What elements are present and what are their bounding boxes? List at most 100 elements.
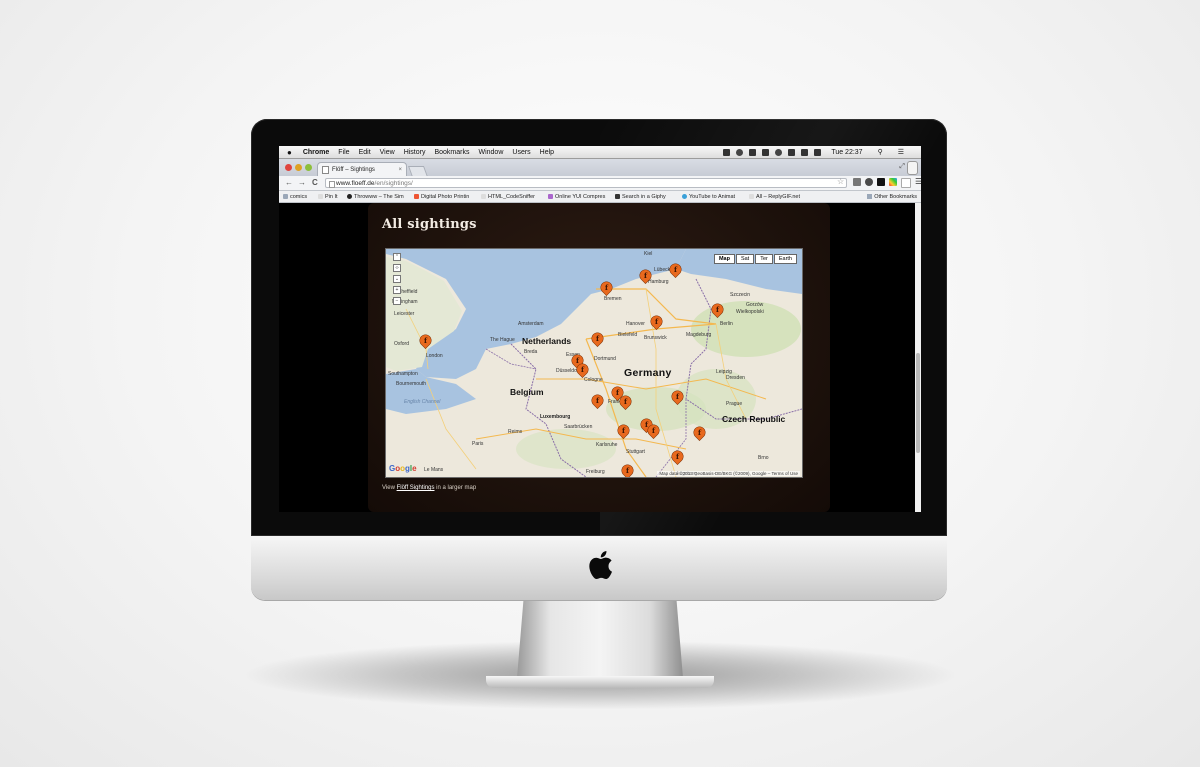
menu-view[interactable]: View (380, 149, 395, 156)
menu-file[interactable]: File (338, 149, 349, 156)
extension-icon[interactable] (877, 178, 885, 186)
folder-icon (867, 194, 873, 199)
fullscreen-icon[interactable]: ⤢ (899, 163, 905, 171)
map-city-label: London (426, 353, 443, 359)
sighting-marker[interactable]: f (645, 422, 662, 440)
display-icon[interactable] (762, 148, 770, 156)
color-picker-icon[interactable] (889, 178, 897, 186)
sighting-marker[interactable]: f (667, 261, 684, 279)
sighting-marker[interactable]: f (417, 332, 434, 350)
page-favicon-icon (322, 165, 329, 174)
bookmark-item[interactable]: Digital Photo Printin (414, 194, 476, 200)
eject-icon[interactable] (801, 148, 809, 156)
bookmark-item[interactable]: HTML_CodeSniffer (481, 194, 543, 200)
address-bar[interactable]: www.floeff.de/en/sightings/ (325, 178, 847, 188)
throwww-icon (347, 194, 352, 199)
menu-app-name[interactable]: Chrome (303, 149, 329, 156)
sighting-marker[interactable]: f (589, 392, 606, 410)
sighting-marker[interactable]: f (709, 301, 726, 319)
battery-icon[interactable] (749, 148, 757, 156)
menu-history[interactable]: History (404, 149, 426, 156)
sighting-marker[interactable]: f (615, 422, 632, 440)
menu-users[interactable]: Users (512, 149, 530, 156)
menu-help[interactable]: Help (540, 149, 554, 156)
menubar-clock[interactable]: Tue 22:37 (831, 149, 862, 156)
map-type-earth[interactable]: Earth (773, 254, 797, 264)
profile-icon[interactable] (907, 161, 918, 175)
sighting-marker[interactable]: f (691, 424, 708, 442)
map-city-label: Leicester (394, 311, 415, 317)
bluetooth-icon[interactable] (788, 148, 796, 156)
skype-status-icon[interactable] (736, 148, 744, 156)
pan-left-right-button[interactable]: ‹› (393, 264, 401, 272)
map-attribution[interactable]: Map data ©2013 GeoBasis-DE/BKG (©2009), … (657, 471, 800, 476)
bookmark-item[interactable]: All – ReplyGIF.net (749, 194, 811, 200)
bookmark-item[interactable]: Throwww – The Sim (347, 194, 409, 200)
zoom-in-button[interactable]: + (393, 286, 401, 294)
bookmark-item[interactable]: Online YUI Compres (548, 194, 610, 200)
sighting-marker[interactable]: f (669, 448, 686, 466)
pan-down-button[interactable]: ⌄ (393, 275, 401, 283)
sighting-marker[interactable]: f (619, 462, 636, 477)
tab-close-icon[interactable]: × (398, 167, 402, 173)
sighting-marker[interactable]: f (574, 361, 591, 379)
settings-gear-icon[interactable] (865, 178, 873, 186)
map-city-label: Gorzów (746, 302, 764, 308)
reload-button[interactable]: C (312, 178, 318, 187)
menu-edit[interactable]: Edit (359, 149, 371, 156)
sighting-marker[interactable]: f (637, 267, 654, 285)
other-bookmarks[interactable]: Other Bookmarks (867, 194, 917, 200)
shield-status-icon[interactable] (723, 148, 731, 156)
bookmark-item[interactable]: Search in a Giphy (615, 194, 677, 200)
menu-window[interactable]: Window (478, 149, 503, 156)
sighting-marker[interactable]: f (589, 330, 606, 348)
spotlight-icon[interactable]: ⚲ (878, 148, 883, 156)
sighting-marker[interactable]: f (669, 388, 686, 406)
page-scrollbar[interactable] (915, 203, 921, 512)
map-navigation-controls: ⌃ ‹› ⌄ + − (393, 253, 401, 308)
map-city-label: Magdeburg (686, 332, 712, 338)
extension-icon[interactable] (853, 178, 861, 186)
map-city-label: Prague (726, 401, 743, 407)
bookmark-item[interactable]: Pin It (318, 194, 342, 200)
sighting-marker[interactable]: f (648, 313, 665, 331)
forward-button[interactable]: → (298, 178, 306, 187)
map-city-label: Southampton (388, 371, 418, 377)
zoom-window-button[interactable] (305, 164, 312, 171)
bookmark-item[interactable]: YouTube to Animat (682, 194, 744, 200)
google-map[interactable]: Kiel Lübeck Hamburg Bremen Szczecin Gorz… (385, 248, 803, 478)
giphy-icon (615, 194, 620, 199)
zoom-out-button[interactable]: − (393, 297, 401, 305)
map-city-label: Hanover (626, 321, 645, 327)
bookmark-star-icon[interactable]: ☆ (837, 177, 844, 186)
map-city-label: Kiel (644, 251, 653, 257)
back-button[interactable]: ← (285, 178, 293, 187)
map-type-map[interactable]: Map (713, 254, 735, 264)
map-country-label: Germany (624, 367, 672, 379)
map-type-satellite[interactable]: Sat (735, 254, 755, 264)
scrollbar-thumb[interactable] (916, 353, 920, 453)
url-domain: www.floeff.de (336, 180, 375, 187)
view-larger-map-link[interactable]: Flöff Sightings (397, 485, 435, 491)
time-machine-icon[interactable] (775, 148, 783, 156)
chrome-menu-icon[interactable]: ☰ (915, 178, 921, 186)
map-tiles (386, 249, 802, 477)
apple-menu-icon[interactable]: ● (287, 148, 292, 157)
extension-icon[interactable] (901, 178, 911, 188)
close-window-button[interactable] (285, 164, 292, 171)
bookmark-item[interactable]: comics (283, 194, 313, 200)
sighting-marker[interactable]: f (617, 393, 634, 411)
volume-icon[interactable] (814, 148, 822, 156)
google-logo[interactable]: Google (389, 464, 417, 473)
screen: ● Chrome File Edit View History Bookmark… (279, 146, 921, 512)
map-city-label: Oxford (394, 341, 410, 347)
page-icon (329, 181, 335, 188)
minimize-window-button[interactable] (295, 164, 302, 171)
pan-up-button[interactable]: ⌃ (393, 253, 401, 261)
browser-tab[interactable]: Flöff – Sightings × (317, 162, 407, 176)
map-city-label: Hamburg (648, 279, 669, 285)
map-type-terrain[interactable]: Ter (755, 254, 773, 264)
sighting-marker[interactable]: f (598, 279, 615, 297)
notification-center-icon[interactable]: ☰ (898, 148, 904, 156)
menu-bookmarks[interactable]: Bookmarks (434, 149, 469, 156)
